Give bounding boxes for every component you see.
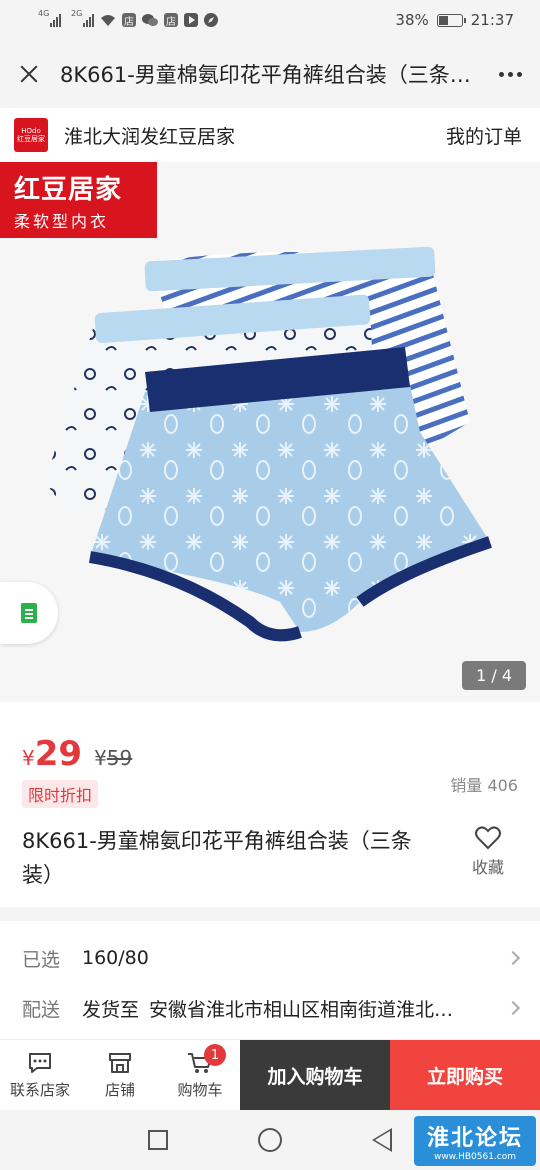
store-logo: HOdo 红豆居家 (14, 118, 48, 152)
buy-now-button[interactable]: 立即购买 (390, 1040, 540, 1110)
more-options-icon[interactable] (499, 71, 522, 77)
product-photo (45, 246, 492, 642)
signal-icon: 2G (71, 9, 94, 27)
store-bar[interactable]: HOdo 红豆居家 淮北大润发红豆居家 我的订单 (0, 108, 540, 162)
favorite-button[interactable]: 收藏 (458, 826, 518, 892)
recent-apps-icon[interactable] (148, 1130, 168, 1150)
price-currency: ¥ (22, 746, 35, 770)
clock: 21:37 (470, 11, 514, 29)
back-icon[interactable] (372, 1128, 392, 1152)
wifi-icon (101, 14, 115, 26)
contact-store-button[interactable]: 联系店家 (0, 1040, 80, 1110)
image-counter: 1 / 4 (462, 661, 526, 690)
shop-icon (109, 1052, 131, 1073)
play-app-icon (184, 13, 198, 27)
brand-badge: 红豆居家 柔软型内衣 (0, 162, 157, 238)
chevron-right-icon (505, 950, 521, 966)
options-section: 已选 160/80 配送 发货至 安徽省淮北市相山区相南街道淮北大润发 (0, 921, 540, 1039)
shipping-label: 配送 (22, 998, 61, 1021)
battery-percent: 38% (395, 11, 429, 29)
original-price: ¥59 (94, 746, 133, 770)
store-app-icon: 店 (122, 13, 136, 28)
price-row: ¥ 29 ¥59 (22, 734, 518, 774)
page-title: 8K661-男童棉氨印花平角裤组合装（三条装） (60, 63, 481, 87)
store-button[interactable]: 店铺 (80, 1040, 160, 1110)
compass-app-icon (204, 13, 218, 27)
product-image-carousel[interactable]: 红豆居家 柔软型内衣 1 / 4 (0, 162, 540, 702)
home-icon[interactable] (258, 1128, 282, 1152)
shipping-prefix: 发货至 (82, 998, 140, 1021)
status-icons: 4G 2G 店 店 (38, 9, 218, 28)
close-icon[interactable] (18, 63, 40, 85)
selected-spec-row[interactable]: 已选 160/80 (22, 933, 521, 983)
status-bar: 4G 2G 店 店 38% 21:37 (0, 0, 540, 40)
chevron-right-icon (505, 1000, 521, 1016)
document-icon (21, 603, 37, 623)
sales-count: 销量 406 (450, 776, 518, 795)
battery-icon (436, 13, 466, 27)
current-price: 29 (34, 734, 83, 774)
cart-count-badge: 1 (204, 1044, 226, 1066)
system-nav-bar: 淮北论坛 www.HB0561.com (0, 1110, 540, 1170)
chat-icon (29, 1052, 51, 1073)
cart-button[interactable]: 购物车 1 (160, 1040, 240, 1110)
price-section: ¥ 29 ¥59 限时折扣 销量 406 8K661-男童棉氨印花平角裤组合装（… (0, 702, 540, 907)
selected-value: 160/80 (82, 947, 149, 969)
store-app-icon: 店 (164, 13, 178, 28)
heart-icon (475, 826, 501, 850)
add-to-cart-button[interactable]: 加入购物车 (240, 1040, 390, 1110)
my-orders-link[interactable]: 我的订单 (446, 122, 522, 149)
wechat-icon (142, 14, 158, 26)
selected-label: 已选 (22, 948, 61, 971)
product-title: 8K661-男童棉氨印花平角裤组合装（三条装） (22, 829, 412, 887)
favorite-label: 收藏 (471, 858, 504, 877)
sale-tag: 限时折扣 (22, 780, 99, 808)
bottom-action-bar: 联系店家 店铺 购物车 1 加入购物车 立即购买 (0, 1039, 540, 1110)
shipping-address: 安徽省淮北市相山区相南街道淮北大润发 (149, 998, 468, 1021)
title-bar: 8K661-男童棉氨印花平角裤组合装（三条装） (0, 40, 540, 108)
store-name[interactable]: 淮北大润发红豆居家 (64, 122, 235, 149)
signal-icon: 4G (38, 9, 61, 27)
forum-watermark-logo: 淮北论坛 www.HB0561.com (414, 1116, 536, 1166)
shipping-row[interactable]: 配送 发货至 安徽省淮北市相山区相南街道淮北大润发 (22, 983, 521, 1033)
